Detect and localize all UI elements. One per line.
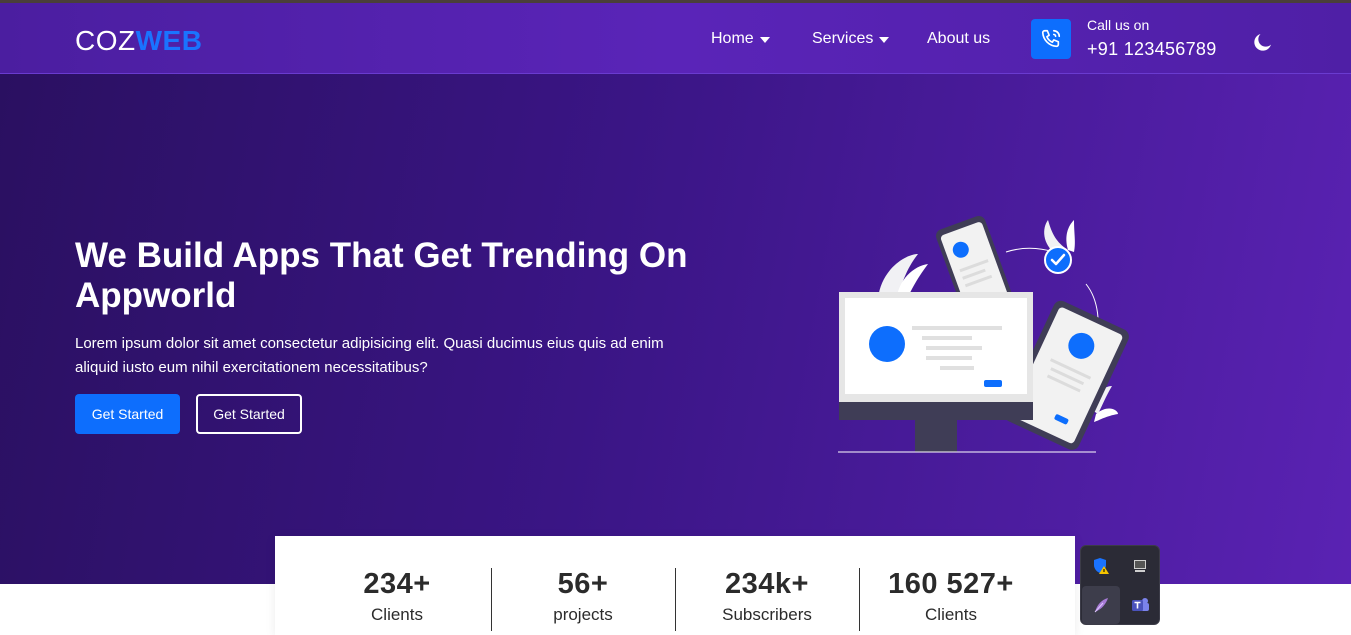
stat-value: 234k+ xyxy=(725,568,809,600)
teams-icon[interactable] xyxy=(1121,586,1159,624)
get-started-button[interactable]: Get Started xyxy=(75,394,180,434)
moon-icon[interactable] xyxy=(1251,30,1275,54)
feather-icon[interactable] xyxy=(1082,586,1120,624)
hero-description: Lorem ipsum dolor sit amet consectetur a… xyxy=(75,335,664,376)
stat-value: 234+ xyxy=(363,568,431,600)
shield-warning-icon[interactable] xyxy=(1082,547,1120,585)
stat-value: 160 527+ xyxy=(888,568,1014,600)
system-tray-popup xyxy=(1080,545,1160,625)
stat-subscribers: 234k+ Subscribers xyxy=(675,568,859,625)
navbar: COZWEB Home Services About us Call us on… xyxy=(0,3,1351,74)
stat-label: Subscribers xyxy=(722,605,812,624)
monitor-icon[interactable] xyxy=(1121,547,1159,585)
stat-clients-total: 160 527+ Clients xyxy=(859,568,1043,625)
nav-item-about[interactable]: About us xyxy=(927,30,990,48)
nav-item-services[interactable]: Services xyxy=(812,30,890,48)
phone-icon[interactable] xyxy=(1031,19,1071,59)
stat-label: Clients xyxy=(371,605,423,624)
stats-panel: 234+ Clients 56+ projects 234k+ Subscrib… xyxy=(275,536,1075,635)
caret-down-icon xyxy=(759,37,770,43)
logo-text-part2: WEB xyxy=(135,25,203,56)
get-started-outline-button[interactable]: Get Started xyxy=(196,394,302,434)
caret-down-icon xyxy=(879,37,890,43)
logo[interactable]: COZWEB xyxy=(75,25,202,57)
hero-title: We Build Apps That Get Trending On Appwo… xyxy=(75,236,688,315)
call-label: Call us on xyxy=(1087,17,1150,33)
stat-label: Clients xyxy=(925,605,977,624)
call-number[interactable]: +91 123456789 xyxy=(1087,39,1217,60)
logo-text-part1: COZ xyxy=(75,25,136,56)
nav-item-label: Home xyxy=(711,30,754,47)
nav-item-home[interactable]: Home xyxy=(711,30,770,48)
nav-item-label: Services xyxy=(812,30,874,47)
hero-illustration xyxy=(836,214,1136,454)
stat-clients: 234+ Clients xyxy=(305,568,489,625)
nav-item-label: About us xyxy=(927,30,991,47)
stat-value: 56+ xyxy=(557,568,609,600)
stat-projects: 56+ projects xyxy=(491,568,675,625)
stat-label: projects xyxy=(553,605,613,624)
